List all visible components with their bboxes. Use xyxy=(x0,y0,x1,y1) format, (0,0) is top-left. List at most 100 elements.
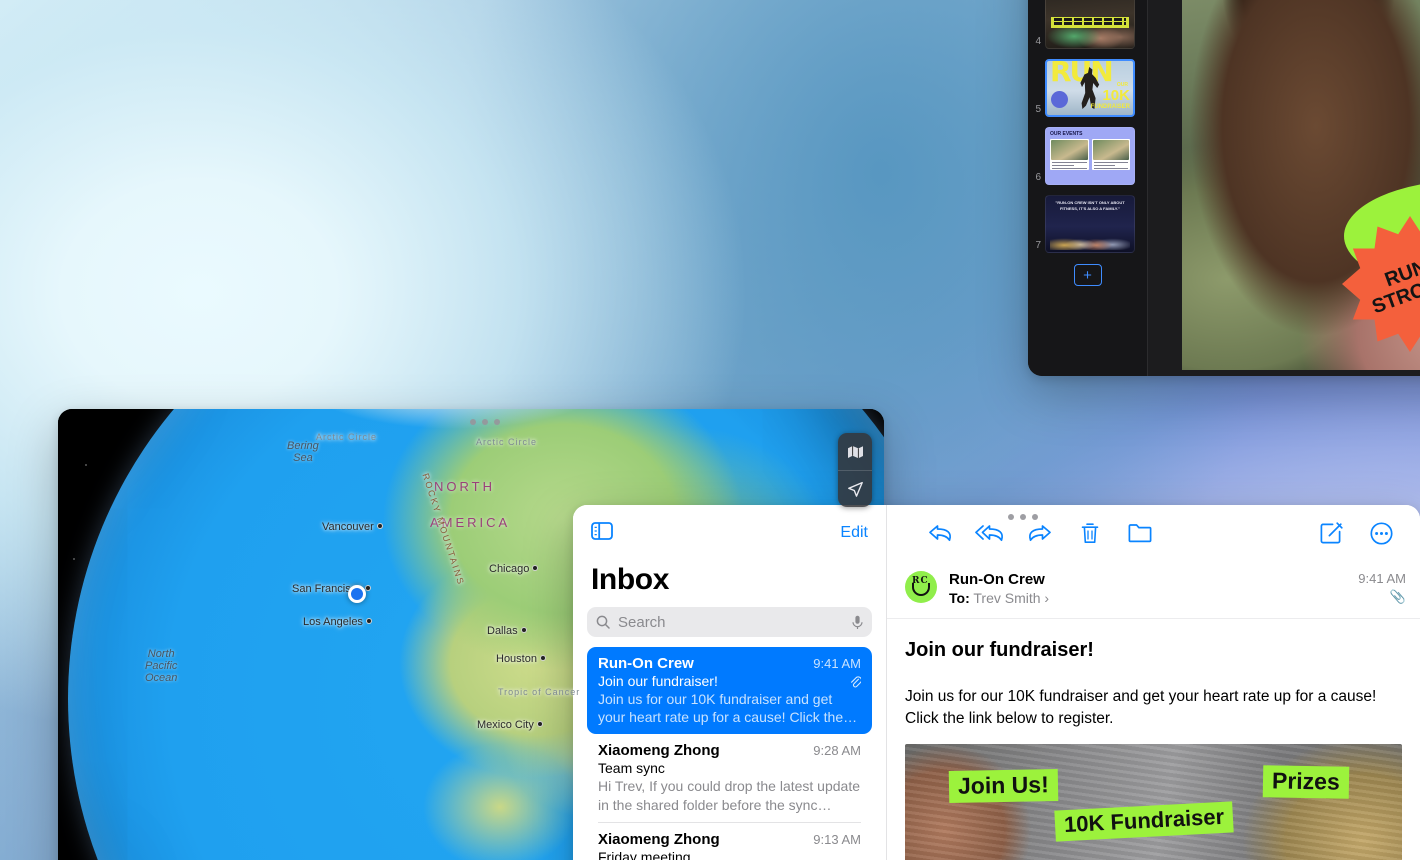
slide-thumbnail-row[interactable]: 7 "RUN-ON CREW ISN'T ONLY ABOUT FITNESS,… xyxy=(1028,190,1147,258)
slide-number: 7 xyxy=(1035,240,1041,251)
microphone-icon[interactable] xyxy=(852,615,863,630)
slide-thumbnail-4[interactable] xyxy=(1045,0,1135,49)
compose-pencil-icon xyxy=(1320,521,1343,543)
map-label-city[interactable]: Dallas xyxy=(487,625,527,637)
message-time: 9:28 AM xyxy=(813,743,861,759)
runners-photo xyxy=(1050,226,1130,250)
slide-number: 6 xyxy=(1035,172,1041,183)
event-text-line xyxy=(1093,168,1128,169)
to-label: To: xyxy=(949,590,970,606)
edit-button[interactable]: Edit xyxy=(840,524,868,542)
slide-thumbnail-row[interactable]: 6 OUR EVENTS xyxy=(1028,122,1147,190)
event-text-line xyxy=(1093,162,1128,163)
window-grab-handle[interactable] xyxy=(470,419,500,425)
compose-button[interactable] xyxy=(1306,521,1356,545)
email-banner-image[interactable]: Join Us! 10K Fundraiser Prizes xyxy=(905,744,1402,860)
mail-window[interactable]: Edit Inbox Search Run-On Crew 9:41 AM Jo… xyxy=(573,505,1420,860)
map-label-city[interactable]: Houston xyxy=(496,653,546,665)
move-to-folder-button[interactable] xyxy=(1115,523,1165,543)
event-card xyxy=(1050,139,1089,170)
event-text-line xyxy=(1093,165,1116,166)
message-preview: Join us for our 10K fundraiser and get y… xyxy=(598,691,844,726)
forward-button[interactable] xyxy=(1015,522,1065,544)
message-subject: Friday meeting xyxy=(598,848,691,860)
map-mode-button[interactable] xyxy=(838,433,872,470)
slide-6-cards xyxy=(1048,139,1132,170)
message-subject: Join our fundraiser! xyxy=(598,673,718,689)
locate-me-button[interactable] xyxy=(838,470,872,507)
search-placeholder: Search xyxy=(618,613,666,631)
sender-name: Run-On Crew xyxy=(949,571,1045,588)
slide-navigator[interactable]: 3 COMMUNITY 4 xyxy=(1028,0,1148,376)
chevron-right-icon: › xyxy=(1044,590,1050,606)
mail-toolbar[interactable] xyxy=(887,505,1420,561)
list-item[interactable]: Xiaomeng Zhong 9:28 AM Team sync Hi Trev… xyxy=(587,734,872,821)
message-preview: Hi Trev, If you could drop the latest up… xyxy=(598,778,861,813)
trash-icon xyxy=(1081,522,1099,543)
delete-button[interactable] xyxy=(1065,522,1115,545)
map-label-line: Arctic Circle xyxy=(476,437,538,447)
slide-number: 4 xyxy=(1035,36,1041,47)
reply-all-button[interactable] xyxy=(965,522,1015,544)
paperclip-icon xyxy=(851,675,861,687)
slide-7-quote: "RUN-ON CREW ISN'T ONLY ABOUT FITNESS, I… xyxy=(1055,200,1125,211)
map-label-region: NORTH xyxy=(434,479,495,494)
slide-4-caption-band xyxy=(1051,16,1129,28)
banner-tag-join-us: Join Us! xyxy=(948,769,1059,803)
message-timestamp: 9:41 AM xyxy=(1358,571,1406,586)
current-location-dot[interactable] xyxy=(348,585,366,603)
event-photo xyxy=(1092,140,1129,160)
list-item[interactable]: Run-On Crew 9:41 AM Join our fundraiser!… xyxy=(587,647,872,735)
map-icon xyxy=(847,445,863,458)
add-slide-button[interactable]: + xyxy=(1073,264,1102,286)
sidebar-toggle-icon xyxy=(591,521,613,540)
sidebar-toggle-button[interactable] xyxy=(591,521,613,545)
current-slide[interactable]: RU COMMUNITY FUNDRAISER 10K RUN RUN STRO… xyxy=(1182,0,1420,370)
page-title: Inbox xyxy=(591,563,669,596)
slide-thumbnail-5[interactable]: RUN OUR 10K FUNDRAISER xyxy=(1045,59,1135,117)
ellipsis-circle-icon xyxy=(1369,521,1393,545)
reply-all-arrow-icon xyxy=(975,525,1003,542)
list-item[interactable]: Xiaomeng Zhong 9:13 AM Friday meeting xyxy=(587,823,872,860)
desktop-wallpaper: 3 COMMUNITY 4 xyxy=(0,0,1420,860)
message-time: 9:13 AM xyxy=(813,831,861,847)
event-text-line xyxy=(1052,168,1087,169)
mail-detail-pane[interactable]: RC Run-On Crew To: Trev Smith › 9:41 AM … xyxy=(887,505,1420,860)
folder-icon xyxy=(1128,524,1152,543)
reply-arrow-icon xyxy=(929,525,951,542)
slide-5-run-text: RUN xyxy=(1050,59,1114,88)
event-text-line xyxy=(1052,162,1087,163)
slide-thumbnail-row[interactable]: 5 RUN OUR 10K FUNDRAISER xyxy=(1028,54,1147,122)
slide-thumbnail-7[interactable]: "RUN-ON CREW ISN'T ONLY ABOUT FITNESS, I… xyxy=(1045,195,1135,253)
message-sender: Xiaomeng Zhong xyxy=(598,742,720,760)
map-label-city[interactable]: Vancouver xyxy=(322,521,383,533)
slide-canvas[interactable]: RU COMMUNITY FUNDRAISER 10K RUN RUN STRO… xyxy=(1148,0,1420,376)
search-input[interactable]: Search xyxy=(587,607,872,637)
slide-thumbnail-row[interactable]: 4 xyxy=(1028,0,1147,54)
map-label-city[interactable]: Chicago xyxy=(489,563,539,575)
presentation-window[interactable]: 3 COMMUNITY 4 xyxy=(1028,0,1420,376)
map-controls[interactable] xyxy=(838,433,872,507)
email-subject: Join our fundraiser! xyxy=(905,639,1094,661)
message-subject: Team sync xyxy=(598,760,665,777)
more-options-button[interactable] xyxy=(1356,521,1406,545)
message-time: 9:41 AM xyxy=(813,656,861,671)
avatar[interactable]: RC xyxy=(905,571,937,603)
mail-message-list-pane[interactable]: Edit Inbox Search Run-On Crew 9:41 AM Jo… xyxy=(573,505,887,860)
map-label-city[interactable]: Los Angeles xyxy=(303,616,372,628)
slide-thumbnail-6[interactable]: OUR EVENTS xyxy=(1045,127,1135,185)
crew-logo-icon xyxy=(1051,91,1068,108)
slide-number: 5 xyxy=(1035,104,1041,115)
message-sender: Run-On Crew xyxy=(598,655,694,672)
recipient-line[interactable]: To: Trev Smith › xyxy=(949,590,1346,606)
banner-tag-prizes: Prizes xyxy=(1262,765,1350,799)
search-icon xyxy=(596,615,610,629)
window-grab-handle[interactable] xyxy=(1008,514,1038,520)
paperclip-icon: 📎 xyxy=(1389,589,1406,604)
event-card xyxy=(1091,139,1130,170)
navigation-arrow-icon xyxy=(847,481,863,497)
reply-button[interactable] xyxy=(915,522,965,544)
event-photo xyxy=(1051,140,1088,160)
map-label-city[interactable]: Mexico City xyxy=(477,719,543,731)
message-sender: Xiaomeng Zhong xyxy=(598,830,720,848)
